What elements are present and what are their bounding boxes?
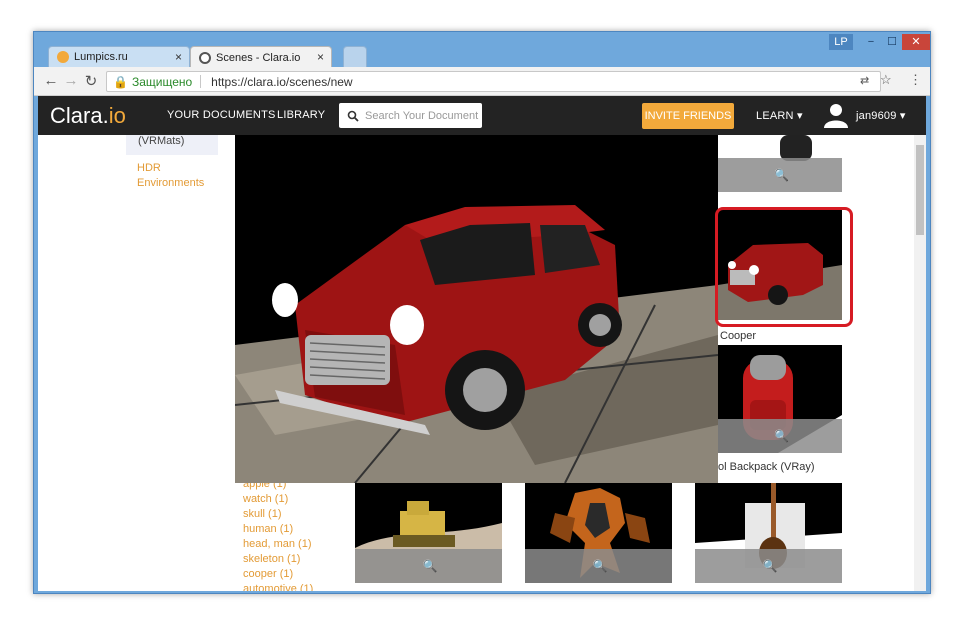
magnify-icon[interactable]: 🔍 — [774, 429, 789, 443]
thumb-robot[interactable]: 🔍 — [525, 483, 672, 583]
selection-highlight — [715, 207, 853, 327]
minimize-button[interactable]: − — [860, 34, 882, 50]
avatar[interactable] — [823, 102, 849, 128]
site-header: Clara.io YOUR DOCUMENTS LIBRARY Search Y… — [38, 96, 926, 135]
tab-lumpics[interactable]: Lumpics.ru × — [48, 46, 190, 67]
search-placeholder: Search Your Document — [365, 109, 479, 122]
magnify-icon[interactable]: 🔍 — [423, 559, 438, 573]
reload-icon[interactable]: ↻ — [82, 72, 100, 90]
thumb-guitar[interactable]: 🔍 — [695, 483, 842, 583]
tag-skull[interactable]: skull (1) — [243, 508, 282, 520]
caret-down-icon: ▾ — [796, 110, 803, 122]
tag-cooper[interactable]: cooper (1) — [243, 568, 293, 580]
tag-head-man[interactable]: head, man (1) — [243, 538, 311, 550]
thumb-apple-watch[interactable]: 🔍 — [718, 135, 842, 192]
magnify-icon[interactable]: 🔍 — [763, 559, 778, 573]
magnify-icon[interactable]: 🔍 — [774, 168, 789, 182]
back-arrow-icon[interactable]: ← — [42, 72, 60, 89]
url-text[interactable]: https://clara.io/scenes/new — [211, 75, 352, 89]
invite-friends-button[interactable]: INVITE FRIENDS — [642, 103, 734, 129]
caret-down-icon: ▾ — [899, 110, 906, 122]
browser-window: Lumpics.ru × Scenes - Clara.io × LP − ☐ … — [33, 31, 931, 594]
tab-clara[interactable]: Scenes - Clara.io × — [190, 46, 332, 68]
maximize-button[interactable]: ☐ — [882, 34, 902, 50]
sidebar-hdr-line1[interactable]: HDR — [137, 162, 161, 174]
lock-icon: 🔒 — [113, 74, 128, 89]
magnify-icon[interactable]: 🔍 — [593, 559, 608, 573]
secure-label: Защищено — [131, 74, 193, 89]
tag-skeleton[interactable]: skeleton (1) — [243, 553, 300, 565]
model-preview-viewer[interactable] — [235, 135, 718, 483]
page-scrollbar[interactable] — [914, 135, 926, 591]
page-content: (VRMats) HDR Environments apple (1) watc… — [38, 135, 914, 591]
car-model-image — [235, 205, 718, 483]
nav-your-documents[interactable]: YOUR DOCUMENTS — [167, 109, 276, 121]
new-tab-button[interactable] — [343, 46, 367, 67]
tab-label: Lumpics.ru — [74, 51, 128, 63]
nav-learn[interactable]: LEARN ▾ — [756, 109, 803, 122]
search-input[interactable]: Search Your Document — [339, 103, 482, 128]
tab-close-icon[interactable]: × — [317, 50, 324, 64]
scrollbar-thumb[interactable] — [916, 145, 924, 235]
translate-icon[interactable]: ⇄ — [860, 74, 869, 87]
bookmark-star-icon[interactable]: ☆ — [880, 72, 892, 88]
profile-badge[interactable]: LP — [829, 34, 853, 50]
sidebar-item-vrmats[interactable]: (VRMats) — [126, 135, 218, 155]
clara-logo[interactable]: Clara.io — [50, 103, 126, 129]
nav-user[interactable]: jan9609 ▾ — [856, 109, 906, 122]
thumb-bulldozer[interactable]: 🔍 — [355, 483, 502, 583]
caption-backpack[interactable]: ol Backpack (VRay) — [718, 461, 815, 473]
caption-cooper[interactable]: Cooper — [720, 330, 756, 342]
lumpics-favicon-icon — [57, 51, 69, 63]
omnibox-divider — [200, 75, 202, 88]
nav-library[interactable]: LIBRARY — [277, 109, 325, 121]
tab-label: Scenes - Clara.io — [216, 51, 301, 64]
tab-strip: Lumpics.ru × Scenes - Clara.io × LP − ☐ … — [34, 32, 930, 68]
browser-toolbar: ← → ↻ 🔒 Защищено https://clara.io/scenes… — [34, 67, 930, 96]
sidebar-hdr-line2[interactable]: Environments — [137, 177, 204, 189]
tag-watch[interactable]: watch (1) — [243, 493, 288, 505]
address-bar[interactable]: 🔒 Защищено https://clara.io/scenes/new — [106, 71, 881, 92]
thumb-backpack[interactable]: 🔍 — [718, 345, 842, 453]
tab-close-icon[interactable]: × — [175, 50, 182, 64]
search-icon — [347, 110, 359, 122]
tag-automotive[interactable]: automotive (1) — [243, 583, 313, 591]
tag-human[interactable]: human (1) — [243, 523, 293, 535]
menu-dots-icon[interactable]: ⋮ — [909, 72, 922, 88]
forward-arrow-icon[interactable]: → — [62, 72, 80, 89]
close-window-button[interactable]: ✕ — [902, 34, 930, 50]
clara-favicon-icon — [199, 51, 211, 64]
